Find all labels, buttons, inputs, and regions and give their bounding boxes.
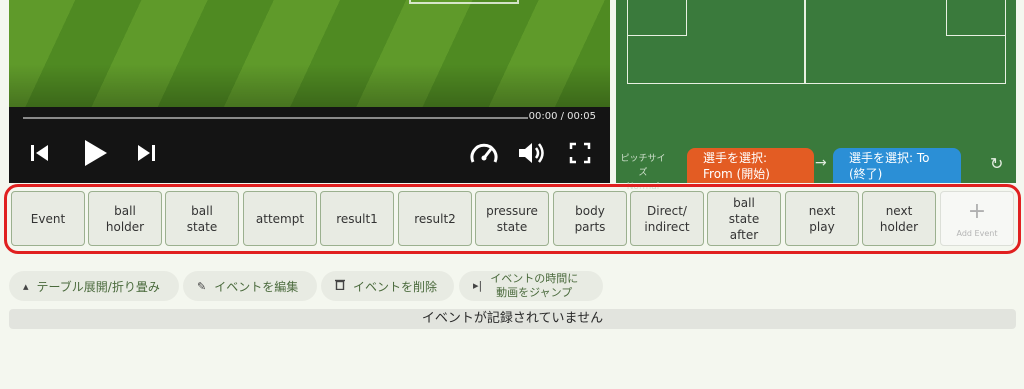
event-buttons-row: Event ball holder ball state attempt res… (4, 184, 1021, 254)
video-progress-bar[interactable] (23, 117, 528, 119)
add-event-label: Add Event (956, 229, 998, 238)
playback-speed-icon[interactable] (469, 140, 499, 166)
penalty-box-left (627, 0, 687, 36)
halfway-line (804, 0, 806, 84)
edit-event-label: イベントを編集 (214, 279, 299, 294)
select-to-player-button[interactable]: 選手を選択: To (終了) (833, 148, 961, 183)
ball-state-button[interactable]: ball state (165, 191, 239, 246)
trash-icon (335, 279, 345, 293)
no-events-message: イベントが記録されていません (9, 309, 1016, 329)
next-holder-button[interactable]: next holder (862, 191, 936, 246)
skip-previous-icon[interactable] (29, 142, 51, 164)
pressure-state-button[interactable]: pressure state (475, 191, 549, 246)
direct-indirect-button[interactable]: Direct/ indirect (630, 191, 704, 246)
pitch-size-label: ピッチサイズ (620, 154, 666, 178)
body-parts-button[interactable]: body parts (553, 191, 627, 246)
result2-button[interactable]: result2 (398, 191, 472, 246)
event-button[interactable]: Event (11, 191, 85, 246)
toggle-table-label: テーブル展開/折り畳み (36, 279, 160, 294)
add-event-button[interactable]: + Add Event (940, 191, 1014, 246)
video-time: 00:00 / 00:05 (528, 111, 596, 122)
volume-icon[interactable] (517, 140, 547, 166)
next-play-button[interactable]: next play (785, 191, 859, 246)
edit-event-button[interactable]: ✎ イベントを編集 (183, 271, 317, 301)
skip-next-icon: ▸| (473, 279, 483, 292)
select-from-player-button[interactable]: 選手を選択: From (開始) (687, 148, 814, 183)
fullscreen-icon[interactable] (569, 142, 591, 164)
delete-event-button[interactable]: イベントを削除 (321, 271, 454, 301)
delete-event-label: イベントを削除 (353, 279, 438, 294)
play-icon[interactable] (81, 138, 109, 168)
refresh-icon[interactable]: ↻ (990, 154, 1003, 173)
caret-up-icon: ▴ (23, 279, 29, 293)
skip-next-icon[interactable] (135, 142, 157, 164)
pencil-icon: ✎ (197, 279, 207, 293)
plus-icon: + (967, 199, 987, 224)
result1-button[interactable]: result1 (320, 191, 394, 246)
toggle-table-button[interactable]: ▴ テーブル展開/折り畳み (9, 271, 179, 301)
jump-to-event-time-button[interactable]: ▸| イベントの時間に 動画をジャンプ (459, 271, 603, 301)
ball-holder-button[interactable]: ball holder (88, 191, 162, 246)
video-player[interactable]: 00:00 / 00:05 (9, 0, 610, 183)
attempt-button[interactable]: attempt (243, 191, 317, 246)
penalty-box-right (946, 0, 1006, 36)
arrow-right-icon: → (815, 155, 827, 171)
jump-to-event-time-label: イベントの時間に 動画をジャンプ (490, 272, 579, 299)
video-frame[interactable] (9, 0, 610, 107)
ball-state-after-button[interactable]: ball state after (707, 191, 781, 246)
pitch-panel: ピッチサイズ Normal 選手を選択: From (開始) → 選手を選択: … (616, 0, 1016, 192)
